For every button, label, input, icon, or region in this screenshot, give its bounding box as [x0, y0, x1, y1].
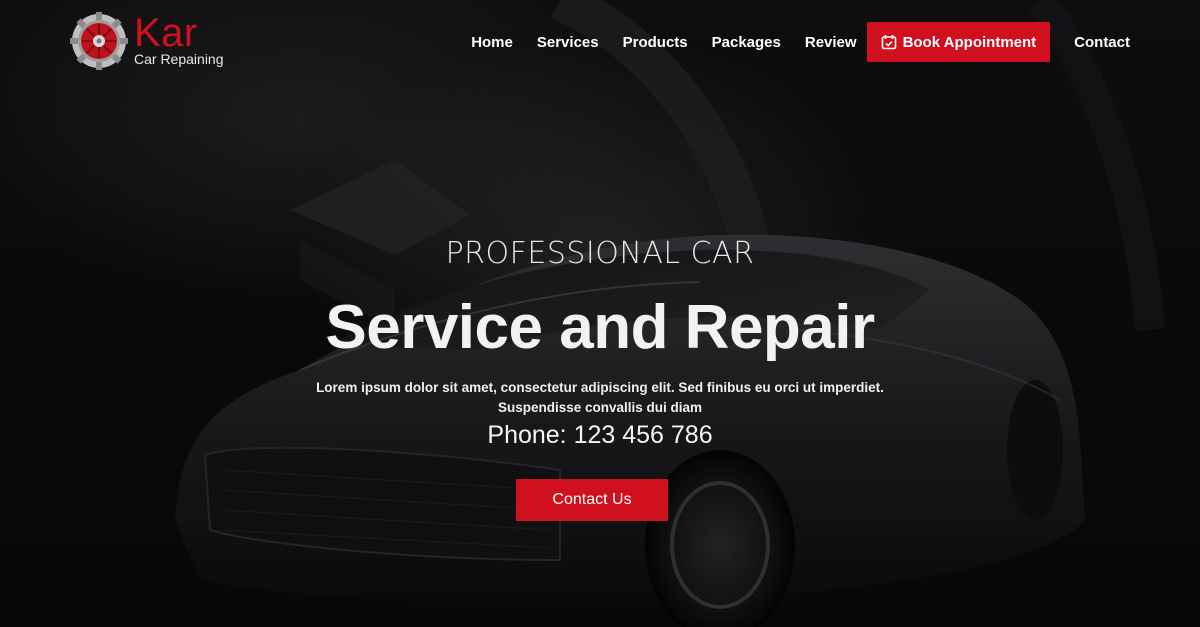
hero-description-line-2: Suspendisse convallis dui diam	[497, 400, 703, 415]
hero-phone: Phone: 123 456 786	[487, 421, 713, 449]
nav-services[interactable]: Services	[537, 34, 599, 51]
nav-products[interactable]: Products	[623, 34, 688, 51]
nav-review[interactable]: Review	[805, 34, 857, 51]
hero-kicker: PROFESSIONAL CAR	[445, 236, 755, 271]
brand-name: Kar	[134, 11, 198, 55]
nav-contact[interactable]: Contact	[1074, 34, 1130, 51]
calendar-check-icon	[881, 35, 896, 50]
book-appointment-label: Book Appointment	[902, 33, 1037, 51]
contact-us-button[interactable]: Contact Us	[516, 479, 668, 521]
site-logo[interactable]: Kar Car Repaining	[70, 12, 224, 70]
nav-home[interactable]: Home	[471, 34, 513, 51]
book-appointment-button[interactable]: Book Appointment	[866, 22, 1051, 62]
main-nav: Home Services Products Packages Review B…	[471, 22, 1130, 62]
hero-description: Lorem ipsum dolor sit amet, consectetur …	[0, 378, 1200, 418]
logo-text: Kar Car Repaining	[134, 11, 224, 67]
nav-packages[interactable]: Packages	[712, 34, 781, 51]
hero-description-line-1: Lorem ipsum dolor sit amet, consectetur …	[316, 380, 884, 395]
brand-tagline: Car Repaining	[134, 51, 224, 67]
gear-wheel-icon	[70, 12, 128, 70]
hero-headline: Service and Repair	[325, 293, 875, 362]
